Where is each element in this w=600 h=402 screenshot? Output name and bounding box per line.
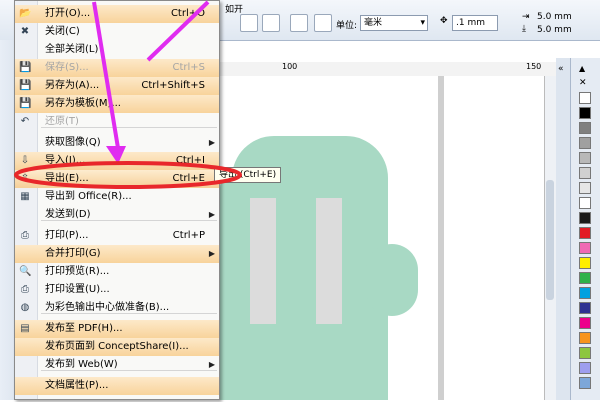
annotation-arrow-line-2 xyxy=(146,0,210,62)
annotation-ellipse xyxy=(14,161,242,189)
annotation-overlay xyxy=(14,0,242,189)
annotation-arrow-line xyxy=(92,1,120,149)
